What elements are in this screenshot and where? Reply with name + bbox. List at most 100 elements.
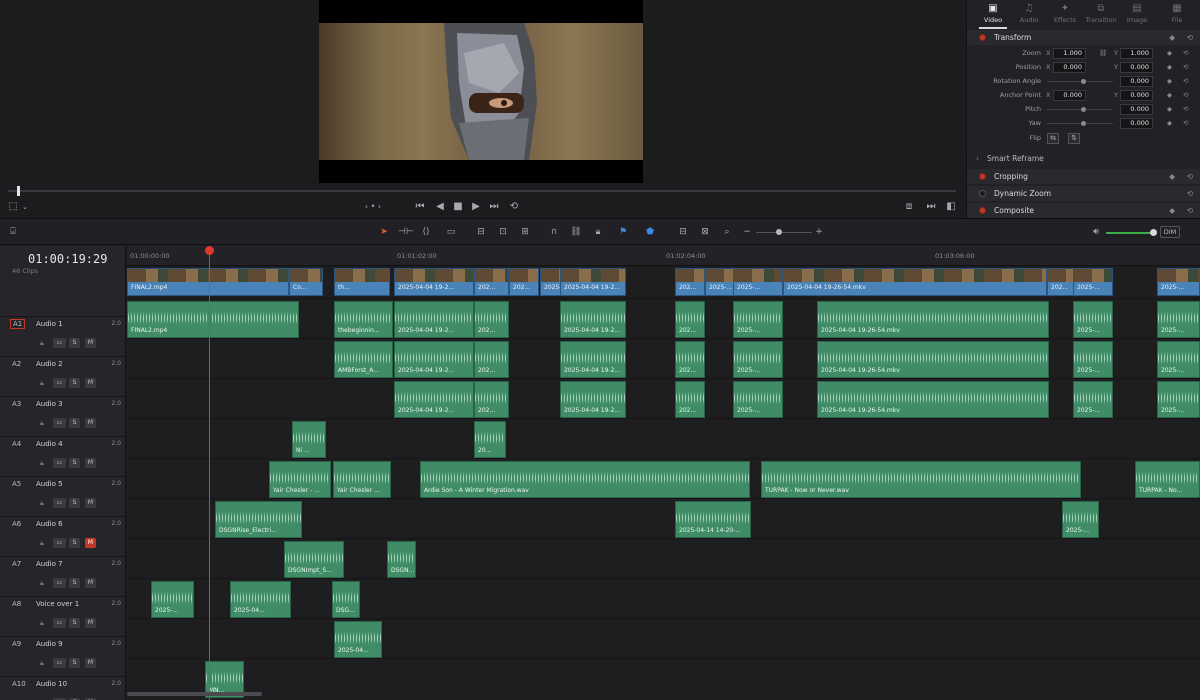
reset-icon[interactable]: ⟲ [1183, 61, 1188, 74]
reset-icon[interactable]: ⟲ [1187, 169, 1193, 184]
lock-icon[interactable]: 🔒︎ [40, 419, 47, 427]
video-preview[interactable] [319, 0, 643, 183]
zoom-full-icon[interactable]: ⊟ [676, 226, 690, 238]
track-header-a1[interactable]: A1 Audio 1 2.0 🔒︎ ▭ S M [0, 316, 126, 356]
blade-tool-icon[interactable]: ▭ [444, 226, 458, 238]
tab-audio[interactable]: ♫ Audio [1011, 2, 1047, 24]
auto-track-icon[interactable]: ▭ [53, 498, 66, 508]
pitch-slider[interactable] [1047, 109, 1113, 110]
audio-clip[interactable]: DSG... [332, 581, 360, 618]
track-id[interactable]: A8 [12, 600, 21, 608]
video-clip[interactable]: FINAL2.mp4 [127, 268, 289, 296]
audio-clip[interactable]: 202... [675, 341, 705, 378]
video-clip[interactable]: 202... [474, 268, 509, 296]
zoom-y-field[interactable]: 1.000 [1120, 48, 1153, 59]
lock-icon[interactable]: 🔒︎ [40, 379, 47, 387]
track-header-a5[interactable]: A5 Audio 5 2.0 🔒︎ ▭ S M [0, 476, 126, 516]
timeline-zoom-slider[interactable] [756, 232, 812, 233]
auto-track-icon[interactable]: ▭ [53, 458, 66, 468]
auto-track-icon[interactable]: ▭ [53, 538, 66, 548]
audio-clip[interactable]: TURPAK - No... [1135, 461, 1200, 498]
tab-transition[interactable]: ⧉ Transition [1083, 2, 1119, 24]
track-name[interactable]: Audio 5 [36, 480, 63, 488]
audio-clip[interactable]: 2025-04-04 19-2... [560, 301, 626, 338]
audio-clip[interactable]: FINAL2.mp4 [127, 301, 299, 338]
mute-button[interactable]: M [85, 498, 96, 508]
lock-icon[interactable]: 🔒︎ [40, 339, 47, 347]
pitch-slider-knob[interactable] [1081, 107, 1086, 112]
track-name[interactable]: Audio 6 [36, 520, 63, 528]
timeline-timecode[interactable]: 01:00:19:29 [28, 252, 107, 266]
audio-clip[interactable]: TURPAK - Now or Never.wav [761, 461, 1081, 498]
audio-clip[interactable]: 2025-04-04 19-2... [394, 381, 474, 418]
yaw-slider-knob[interactable] [1081, 121, 1086, 126]
play-icon[interactable]: ▶ [469, 200, 483, 214]
viewer-options-icon[interactable]: ⬚ [6, 200, 20, 214]
track-id[interactable]: A1 [10, 319, 26, 329]
enable-toggle-icon[interactable] [979, 190, 986, 197]
track-header-a7[interactable]: A7 Audio 7 2.0 🔒︎ ▭ S M [0, 556, 126, 596]
next-edit-icon[interactable]: ⏭ [924, 200, 938, 214]
lock-icon[interactable]: 🔒︎ [40, 579, 47, 587]
track-header-a3[interactable]: A3 Audio 3 2.0 🔒︎ ▭ S M [0, 396, 126, 436]
play-reverse-icon[interactable]: ◀ [433, 200, 447, 214]
audio-clip[interactable]: 202... [474, 341, 509, 378]
audio-clip[interactable]: DSGNRise_Electri... [215, 501, 302, 538]
track-name[interactable]: Audio 7 [36, 560, 63, 568]
keyframe-diamond-icon[interactable]: ◆ [1169, 203, 1175, 218]
audio-clip[interactable]: 2025-... [1062, 501, 1099, 538]
track-name[interactable]: Audio 4 [36, 440, 63, 448]
solo-button[interactable]: S [69, 498, 80, 508]
go-to-end-icon[interactable]: ⏭ [487, 200, 501, 214]
track-header-a4[interactable]: A4 Audio 4 2.0 🔒︎ ▭ S M [0, 436, 126, 476]
go-to-start-icon[interactable]: ⏮ [413, 200, 427, 214]
video-clip[interactable]: 2025-04-04 19-2... [560, 268, 626, 296]
keyframe-diamond-icon[interactable]: ◆ [1169, 30, 1175, 45]
video-clip[interactable]: 2025-... [1157, 268, 1200, 296]
audio-clip[interactable]: 20... [474, 421, 506, 458]
flip-vertical-icon[interactable]: ⇅ [1068, 133, 1080, 144]
enable-toggle-icon[interactable] [979, 207, 986, 214]
cropping-section-header[interactable]: Cropping ◆ ⟲ [967, 169, 1200, 184]
link-icon[interactable]: ⛓ [1099, 47, 1107, 60]
insert-clip-icon[interactable]: ⊟ [474, 226, 488, 238]
audio-clip[interactable]: Yair Chesler - ... [269, 461, 331, 498]
mute-button[interactable]: M [85, 658, 96, 668]
mute-button[interactable]: M [85, 338, 96, 348]
zoom-in-icon[interactable]: + [814, 226, 824, 238]
keyframe-diamond-icon[interactable]: ◆ [1167, 47, 1172, 60]
transform-section-header[interactable]: Transform ◆ ⟲ [967, 30, 1200, 45]
linked-selection-icon[interactable]: ⛓ [570, 226, 582, 238]
zoom-x-field[interactable]: 1.000 [1053, 48, 1086, 59]
lock-icon[interactable]: 🔒︎ [40, 459, 47, 467]
mute-button[interactable]: M [85, 618, 96, 628]
master-volume-slider[interactable] [1106, 232, 1156, 234]
audio-clip[interactable]: 2025-04-04 19-26-54.mkv [817, 381, 1049, 418]
auto-track-icon[interactable]: ▭ [53, 658, 66, 668]
audio-clip[interactable]: 202... [474, 381, 509, 418]
position-lock-icon[interactable]: 🔒︎ [592, 226, 604, 238]
keyframe-diamond-icon[interactable]: ◆ [1169, 169, 1175, 184]
timeline-view-options-icon[interactable]: ⌸ [6, 226, 20, 238]
audio-clip[interactable]: 2025-... [1073, 301, 1113, 338]
match-frame-icon[interactable]: ⧈ [902, 200, 916, 214]
audio-clip[interactable]: 2025-... [1073, 381, 1113, 418]
reset-icon[interactable]: ⟲ [1183, 75, 1188, 88]
audio-clip[interactable]: 2025-... [733, 301, 783, 338]
track-name[interactable]: Audio 3 [36, 400, 63, 408]
rotation-field[interactable]: 0.000 [1120, 76, 1153, 87]
audio-clip[interactable]: 202... [474, 301, 509, 338]
video-clip[interactable]: 2025-... [705, 268, 735, 296]
dynamic-trim-icon[interactable]: ⟨⟩ [420, 226, 432, 238]
audio-clip[interactable]: 2025-04-04 19-2... [394, 301, 474, 338]
video-clip[interactable]: 2025-... [1073, 268, 1113, 296]
dynamic-zoom-section-header[interactable]: Dynamic Zoom ⟲ [967, 186, 1200, 201]
selection-tool-icon[interactable]: ➤ [378, 226, 390, 238]
solo-button[interactable]: S [69, 378, 80, 388]
auto-track-icon[interactable]: ▭ [53, 338, 66, 348]
enable-toggle-icon[interactable] [979, 34, 986, 41]
track-id[interactable]: A3 [12, 400, 21, 408]
audio-clip[interactable]: 2025-... [1073, 341, 1113, 378]
viewer-playhead[interactable] [17, 186, 20, 196]
audio-clip[interactable]: thebeginnin... [334, 301, 393, 338]
